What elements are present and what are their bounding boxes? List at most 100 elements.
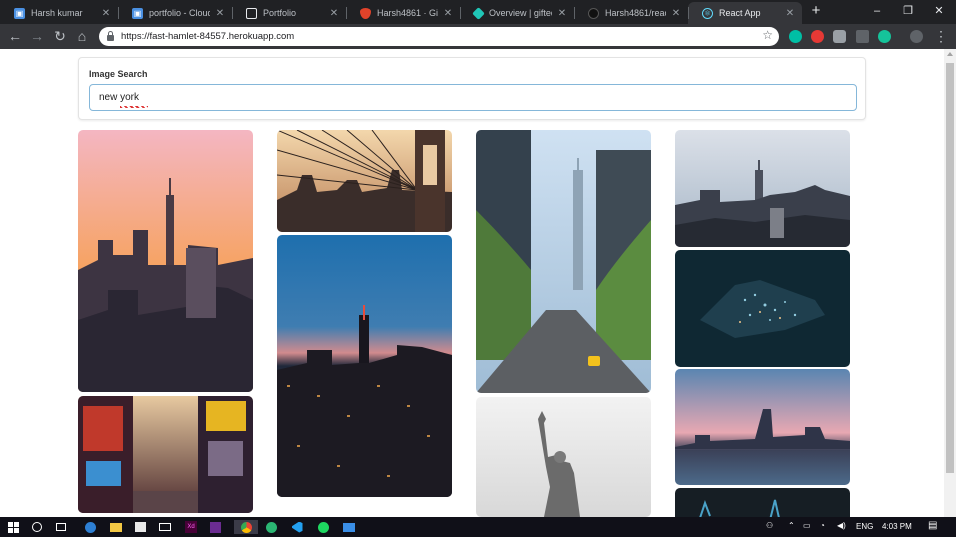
close-icon[interactable]: ✕ — [328, 8, 340, 19]
photo-tile[interactable] — [78, 396, 253, 513]
tab-title: portfolio - Cloud9 — [149, 8, 210, 18]
cortana-search-icon[interactable] — [30, 520, 44, 534]
tab-react-app[interactable]: ⚛ React App ✕ — [688, 2, 802, 24]
close-icon[interactable]: ✕ — [214, 8, 226, 19]
search-input[interactable] — [89, 84, 857, 111]
home-icon[interactable]: ⌂ — [73, 27, 91, 45]
photo-partial-dark — [675, 488, 850, 517]
language-indicator[interactable]: ENG — [856, 522, 873, 531]
adobe-xd-icon[interactable]: Xd — [184, 520, 198, 534]
photo-statue-of-liberty — [476, 397, 651, 517]
photo-aerial-midtown — [675, 130, 850, 247]
photo-sunset-empire-state — [78, 130, 253, 392]
photo-tile[interactable] — [675, 488, 850, 517]
vscode-icon[interactable] — [290, 520, 304, 534]
menu-dots-icon[interactable]: ⋮ — [932, 27, 950, 45]
visual-studio-icon[interactable] — [208, 520, 222, 534]
tab-portfolio-cloud9[interactable]: ▣ portfolio - Cloud9 ✕ — [118, 2, 232, 24]
photo-empire-state-night — [277, 235, 452, 497]
camera-extension-icon[interactable] — [833, 30, 846, 43]
photo-times-square — [78, 396, 253, 513]
remote-desktop-icon[interactable] — [342, 520, 356, 534]
photo-tile[interactable] — [476, 130, 651, 393]
cloud9-icon: ▣ — [132, 7, 143, 19]
photo-brooklyn-bridge — [277, 130, 452, 232]
tab-title: Harsh4861 · GitLab — [377, 8, 438, 18]
tab-title: Overview | gifted- — [489, 8, 552, 18]
battery-icon[interactable]: ▭ — [803, 521, 811, 530]
photo-tile[interactable] — [78, 130, 253, 392]
windows-start-icon[interactable] — [6, 520, 20, 534]
browser-toolbar: ← → ↻ ⌂ https://fast-hamlet-84557.heroku… — [0, 24, 956, 49]
document-icon — [246, 7, 257, 19]
task-view-icon[interactable] — [54, 520, 68, 534]
tab-gitlab[interactable]: Harsh4861 · GitLab ✕ — [346, 2, 460, 24]
photo-tile[interactable] — [277, 130, 452, 232]
photo-app-icon: ▣ — [14, 7, 25, 19]
search-label: Image Search — [89, 69, 148, 79]
minimize-icon[interactable]: – — [862, 2, 892, 20]
search-panel: Image Search — [78, 57, 866, 120]
close-icon[interactable]: ✕ — [556, 8, 568, 19]
extension-icon[interactable] — [811, 30, 824, 43]
photo-lower-manhattan-dusk — [675, 369, 850, 485]
photo-tile[interactable] — [277, 235, 452, 497]
action-center-icon[interactable]: ▤ — [928, 520, 937, 531]
photo-tile[interactable] — [675, 130, 850, 247]
url-text: https://fast-hamlet-84557.herokuapp.com — [121, 31, 295, 42]
spotify-icon[interactable] — [316, 520, 330, 534]
clock[interactable]: 4:03 PM — [882, 522, 912, 531]
react-icon: ⚛ — [702, 7, 713, 19]
scrollbar-thumb[interactable] — [946, 63, 954, 473]
store-icon[interactable] — [133, 520, 147, 534]
file-explorer-icon[interactable] — [109, 520, 123, 534]
close-icon[interactable]: ✕ — [442, 8, 454, 19]
netlify-icon — [472, 6, 485, 20]
page-scrollbar[interactable] — [944, 49, 956, 517]
photo-tile[interactable] — [476, 397, 651, 517]
windows-taskbar: Xd ⚇ ⌃ ▭ ◔ ◀) ENG 4:03 PM ▤ — [0, 517, 956, 537]
profile-avatar-icon[interactable] — [910, 30, 923, 43]
close-icon[interactable]: ✕ — [100, 8, 112, 19]
new-tab-button[interactable]: + — [808, 3, 824, 19]
extension-icon[interactable] — [856, 30, 869, 43]
photo-avenue-chrysler — [476, 130, 651, 393]
edge-icon[interactable] — [83, 520, 97, 534]
photo-tile[interactable] — [675, 250, 850, 367]
scroll-up-icon[interactable] — [947, 52, 953, 56]
gitlab-icon — [360, 7, 371, 19]
photo-night-aerial — [675, 250, 850, 367]
tab-portfolio[interactable]: Portfolio ✕ — [232, 2, 346, 24]
bookmark-star-icon[interactable]: ☆ — [762, 28, 773, 42]
browser-tab-strip: ▣ Harsh kumar ✕ ▣ portfolio - Cloud9 ✕ P… — [0, 0, 956, 24]
chrome-icon[interactable] — [234, 520, 258, 534]
tab-title: React App — [719, 8, 761, 18]
reload-icon[interactable]: ↻ — [51, 27, 69, 45]
show-hidden-icons-chevron-icon[interactable]: ⌃ — [788, 521, 795, 530]
tab-title: Harsh kumar — [31, 8, 83, 18]
mail-icon[interactable] — [158, 520, 172, 534]
address-bar[interactable]: https://fast-hamlet-84557.herokuapp.com … — [99, 27, 779, 46]
extension-icon[interactable] — [789, 30, 802, 43]
close-icon[interactable]: ✕ — [784, 8, 796, 19]
wifi-icon[interactable]: ◔ — [820, 521, 825, 530]
forward-icon[interactable]: → — [28, 27, 46, 45]
people-icon[interactable]: ⚇ — [766, 521, 773, 530]
grammarly-icon[interactable] — [878, 30, 891, 43]
github-icon — [588, 7, 599, 19]
spellcheck-underline — [120, 106, 148, 108]
tab-title: Harsh4861/react- — [605, 8, 666, 18]
page-viewport: Image Search — [0, 49, 944, 517]
tab-netlify-overview[interactable]: Overview | gifted- ✕ — [460, 2, 574, 24]
lock-icon[interactable] — [107, 31, 114, 41]
restore-icon[interactable]: ❐ — [893, 2, 923, 20]
tab-github-repo[interactable]: Harsh4861/react- ✕ — [574, 2, 688, 24]
close-icon[interactable]: ✕ — [670, 8, 682, 19]
photo-tile[interactable] — [675, 369, 850, 485]
app-icon[interactable] — [264, 520, 278, 534]
tab-title: Portfolio — [263, 8, 297, 18]
tab-harsh-kumar[interactable]: ▣ Harsh kumar ✕ — [0, 2, 118, 24]
volume-icon[interactable]: ◀) — [837, 521, 846, 530]
close-window-icon[interactable]: ✕ — [924, 2, 954, 20]
back-icon[interactable]: ← — [6, 27, 24, 45]
